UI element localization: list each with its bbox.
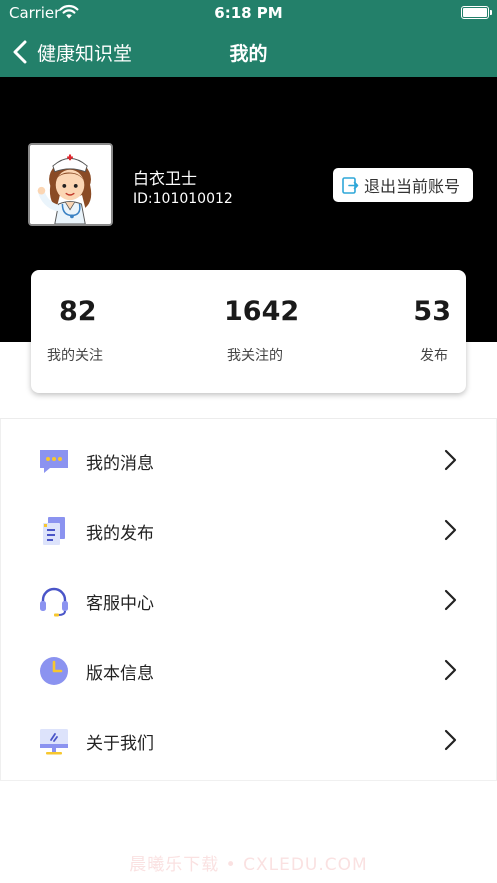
menu-item-customer-service[interactable]: 客服中心 [0, 565, 497, 635]
menu-item-label: 客服中心 [86, 594, 154, 614]
logout-icon [342, 176, 359, 194]
stat-following[interactable]: 82 我的关注 [47, 270, 137, 393]
page-title: 我的 [229, 43, 268, 65]
menu-item-messages[interactable]: 我的消息 [0, 425, 497, 495]
stat-label: 我的关注 [47, 348, 103, 364]
avatar[interactable] [28, 143, 113, 226]
status-time: 6:18 PM [214, 4, 283, 22]
menu-item-my-posts[interactable]: 我的发布 [0, 495, 497, 565]
stat-followers[interactable]: 1642 我关注的 [224, 270, 299, 393]
watermark: 晨曦乐下载 • CXLEDU.COM [129, 855, 368, 875]
menu-bottom-border [0, 780, 497, 781]
menu-item-label: 我的消息 [86, 454, 154, 474]
status-bar: Carrier 6:18 PM [0, 0, 497, 26]
nurse-avatar-icon [30, 145, 111, 224]
battery-icon [461, 6, 492, 19]
chevron-right-icon [444, 659, 457, 681]
clock-icon [40, 657, 68, 685]
message-icon [40, 450, 68, 473]
headset-icon [40, 587, 68, 617]
chevron-right-icon [444, 729, 457, 751]
navigation-bar: 健康知识堂 我的 [0, 26, 497, 77]
stat-posts[interactable]: 53 发布 [411, 270, 451, 393]
user-name: 白衣卫士 [133, 169, 198, 188]
divider [0, 418, 497, 419]
stat-label: 我关注的 [227, 348, 283, 364]
menu-item-version-info[interactable]: 版本信息 [0, 635, 497, 705]
monitor-icon [40, 729, 68, 755]
menu-item-label: 关于我们 [86, 734, 154, 754]
chevron-right-icon [444, 449, 457, 471]
logout-button[interactable]: 退出当前账号 [333, 168, 473, 202]
menu-item-label: 版本信息 [86, 664, 154, 684]
document-icon [43, 517, 65, 545]
chevron-right-icon [444, 519, 457, 541]
stat-value: 82 [59, 296, 97, 327]
stat-label: 发布 [420, 348, 448, 364]
user-id: ID:101010012 [133, 191, 233, 207]
menu-item-label: 我的发布 [86, 524, 154, 544]
stat-value: 1642 [224, 296, 300, 327]
menu-item-about-us[interactable]: 关于我们 [0, 705, 497, 775]
logout-label: 退出当前账号 [364, 177, 461, 196]
chevron-right-icon [444, 589, 457, 611]
stat-value: 53 [413, 296, 451, 327]
stats-card: 82 我的关注 1642 我关注的 53 发布 [31, 270, 466, 393]
